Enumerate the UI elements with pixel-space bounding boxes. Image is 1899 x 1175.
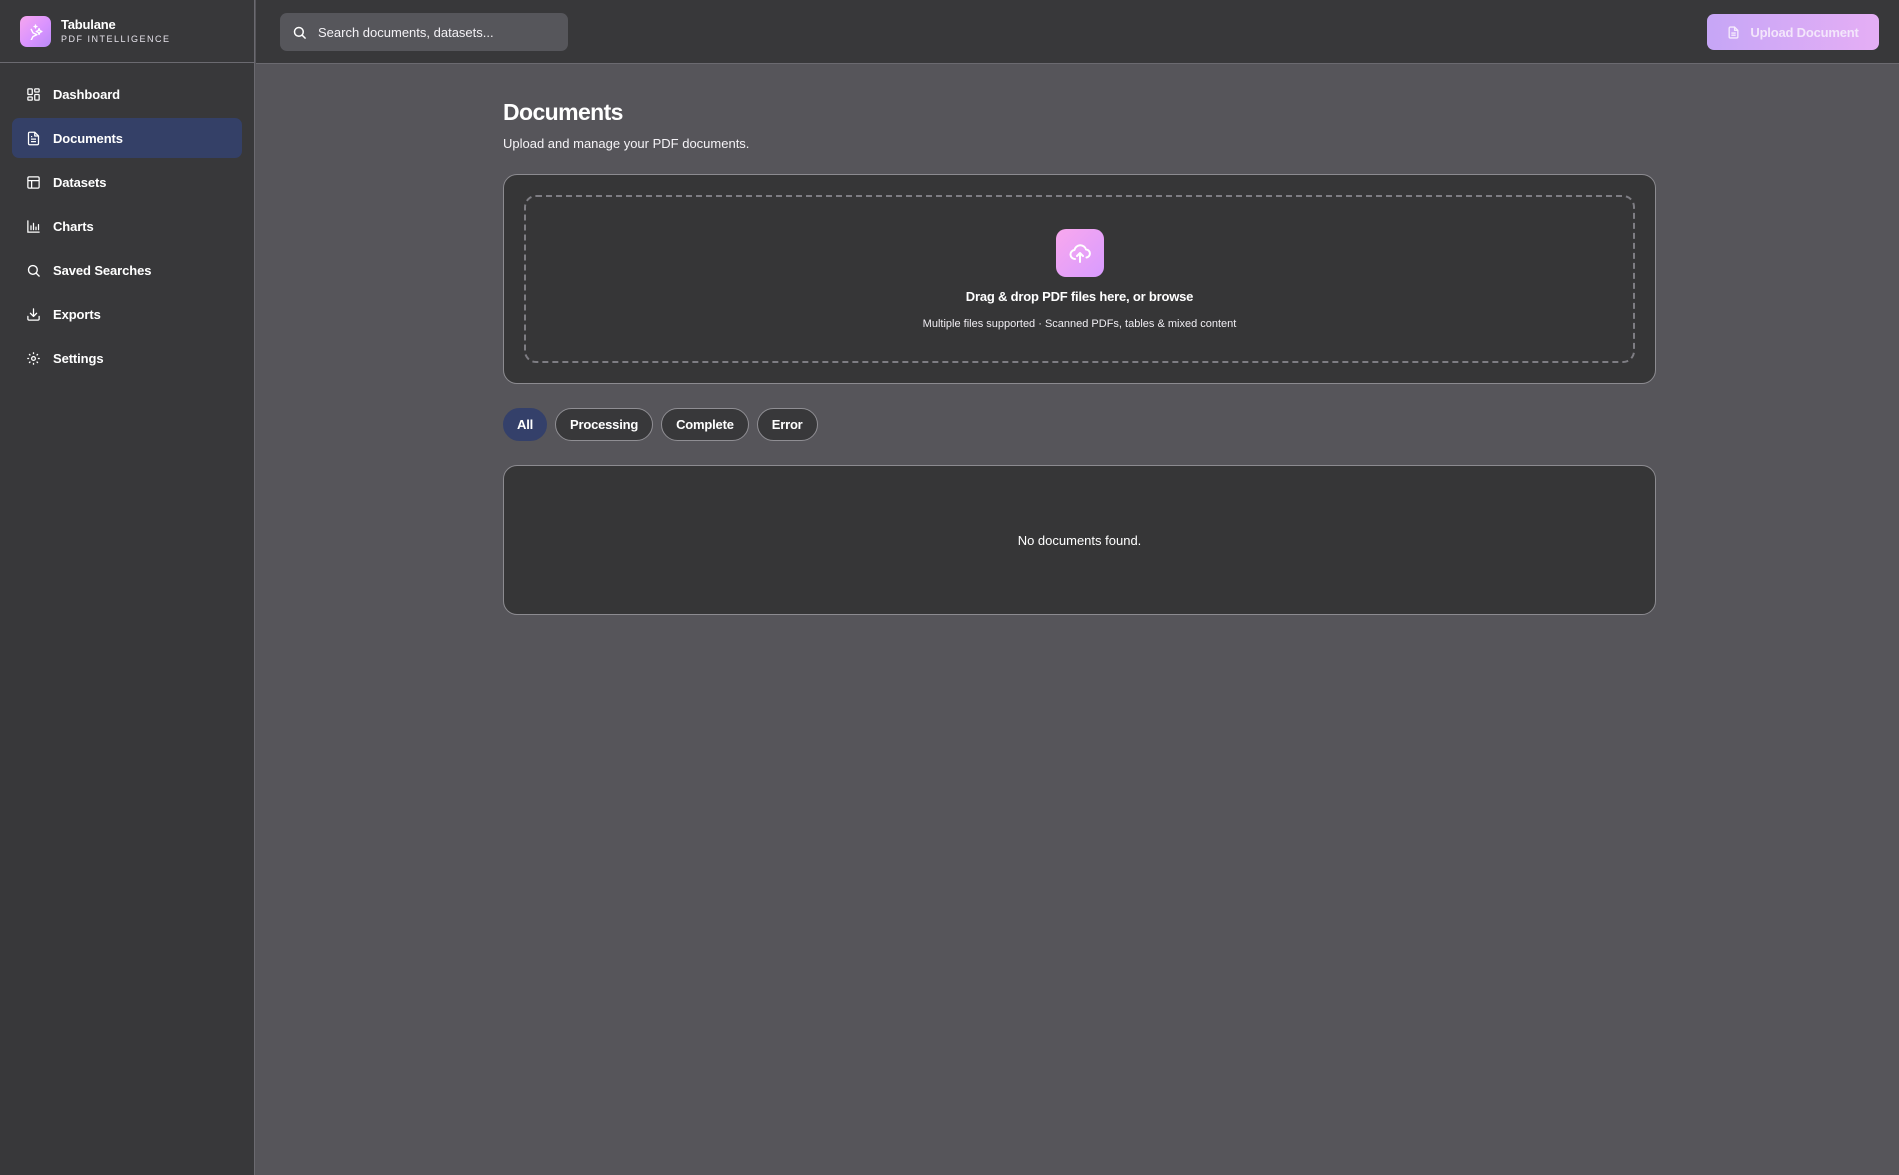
- upload-card: Drag & drop PDF files here, or browse Mu…: [503, 174, 1656, 384]
- table-icon: [25, 174, 42, 191]
- grid-icon: [25, 86, 42, 103]
- bar-chart-icon: [25, 218, 42, 235]
- sidebar-item-label: Saved Searches: [53, 262, 152, 278]
- brand[interactable]: Tabulane PDF INTELLIGENCE: [0, 0, 254, 63]
- file-icon: [1727, 25, 1741, 40]
- page-subtitle: Upload and manage your PDF documents.: [503, 136, 750, 151]
- dropzone-hint: Multiple files supported · Scanned PDFs,…: [922, 318, 1237, 330]
- filter-all[interactable]: All: [503, 408, 548, 441]
- sparkle-icon: [20, 15, 51, 47]
- upload-document-button[interactable]: Upload Document: [1707, 14, 1879, 50]
- sidebar-item-dashboard[interactable]: Dashboard: [12, 74, 242, 114]
- sidebar-item-label: Documents: [53, 130, 123, 146]
- brand-subtitle: PDF INTELLIGENCE: [61, 34, 171, 44]
- cloud-upload-icon: [1055, 229, 1104, 277]
- sidebar-item-label: Dashboard: [53, 86, 121, 102]
- sidebar-item-documents[interactable]: Documents: [12, 118, 242, 158]
- search-icon: [25, 262, 42, 279]
- sidebar-item-label: Datasets: [53, 174, 107, 190]
- browse-link[interactable]: browse: [1149, 289, 1194, 304]
- brand-name: Tabulane: [61, 17, 116, 32]
- status-filter-group: All Processing Complete Error: [503, 408, 1656, 441]
- dropzone-title: Drag & drop PDF files here, or browse: [965, 289, 1194, 304]
- sidebar-item-datasets[interactable]: Datasets: [12, 162, 242, 202]
- top-bar: Upload Document: [256, 0, 1899, 64]
- file-drop-zone[interactable]: Drag & drop PDF files here, or browse Mu…: [524, 195, 1635, 363]
- sidebar-item-label: Settings: [53, 350, 104, 366]
- sidebar-item-charts[interactable]: Charts: [12, 206, 242, 246]
- upload-document-label: Upload Document: [1750, 24, 1859, 40]
- sidebar-item-saved-searches[interactable]: Saved Searches: [12, 250, 242, 290]
- filter-complete[interactable]: Complete: [661, 408, 749, 441]
- filter-processing[interactable]: Processing: [555, 408, 654, 441]
- sidebar-item-label: Exports: [53, 306, 101, 322]
- page-title: Documents: [503, 99, 623, 125]
- search-icon: [292, 24, 309, 41]
- file-text-icon: [25, 130, 42, 147]
- sidebar-item-settings[interactable]: Settings: [12, 338, 242, 378]
- filter-error[interactable]: Error: [756, 408, 818, 441]
- download-icon: [25, 306, 42, 323]
- sidebar: Tabulane PDF INTELLIGENCE Dashboard Docu…: [0, 0, 255, 1175]
- documents-list: No documents found.: [503, 465, 1656, 615]
- sidebar-nav: Dashboard Documents Datasets Charts Save…: [0, 63, 254, 378]
- dropzone-title-text: Drag & drop PDF files here, or: [965, 289, 1149, 304]
- gear-icon: [25, 350, 42, 367]
- search-box[interactable]: [280, 13, 568, 51]
- sidebar-item-label: Charts: [53, 218, 94, 234]
- sidebar-item-exports[interactable]: Exports: [12, 294, 242, 334]
- empty-state-message: No documents found.: [1017, 532, 1142, 548]
- main-content: Documents Upload and manage your PDF doc…: [503, 99, 1656, 615]
- search-input[interactable]: [318, 24, 558, 40]
